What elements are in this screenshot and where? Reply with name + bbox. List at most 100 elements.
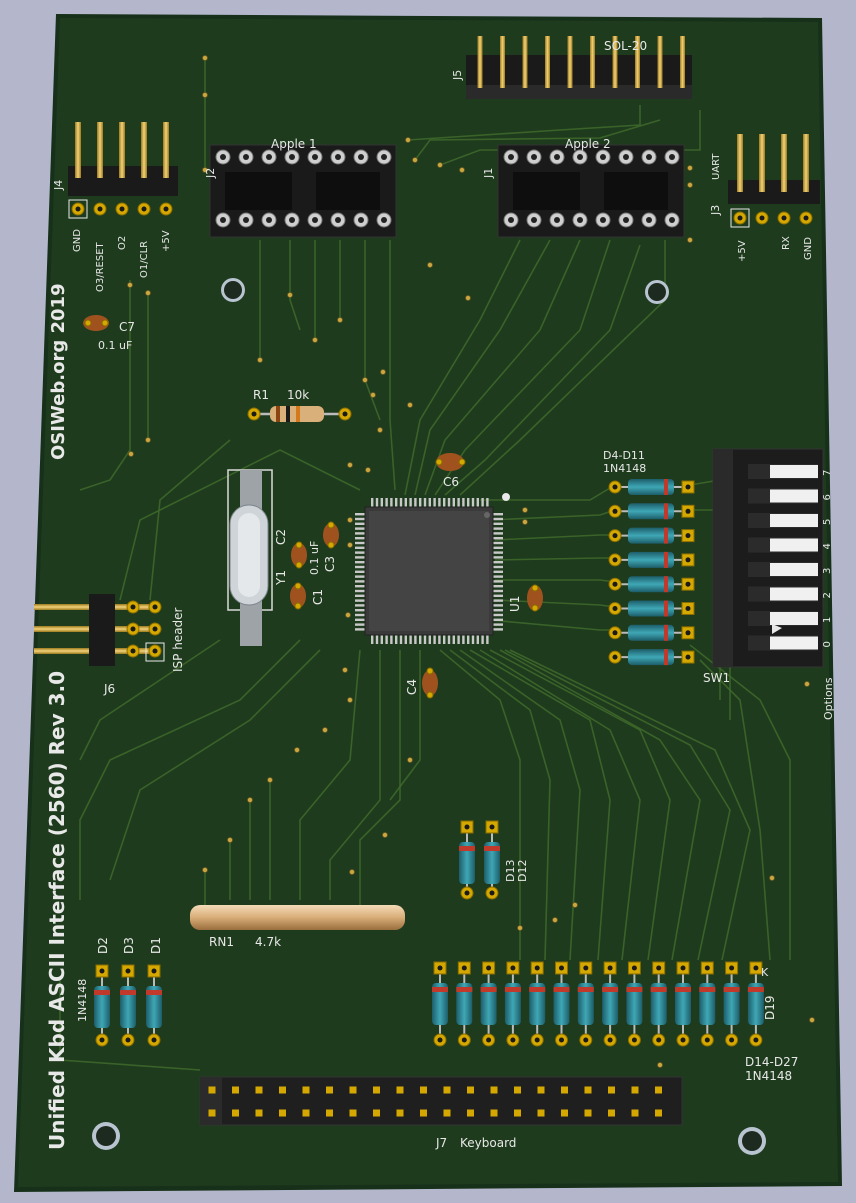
j3-pad-hole [803,215,809,221]
j1-pin-hole [508,217,514,223]
sw1-lever[interactable] [770,465,818,478]
u1-lead [355,556,366,559]
sw1-number: 1 [822,617,833,623]
diode-pad-hole [464,890,470,896]
rn1-value: 4.7k [255,935,281,949]
j4-pad-hole [75,206,81,212]
j1-pin-hole [554,154,560,160]
j2-ref: J2 [204,168,217,179]
sw1-lever[interactable] [770,489,818,503]
u1-lead [355,513,366,516]
j1-dip-socket[interactable] [497,144,685,238]
diode-pad-hole [437,965,443,971]
j5-pin [545,48,550,88]
j4-pin-o1-clr: O1/CLR [139,241,150,278]
j2-pin-hole [289,154,295,160]
j3-pin-gnd: GND [803,237,814,260]
sw1-lever[interactable] [770,563,818,576]
diode-pad-hole [607,1037,613,1043]
diode-band [747,987,764,992]
j7-pin [584,1109,592,1117]
c7-value: 0.1 uF [98,339,132,352]
j7-pin [584,1086,592,1094]
sw1-lever[interactable] [770,612,818,625]
diode-pad-hole [685,654,691,660]
u1-lead [492,561,503,564]
j2-pin-hole [358,217,364,223]
u1-lead [492,537,503,540]
diode-pad-hole [612,654,618,660]
j7-pin [349,1086,357,1094]
diode-pad-hole [612,606,618,611]
j2-pin-hole [220,154,226,160]
diode-band [664,624,668,641]
c4-ref: C4 [405,679,419,695]
rn1-resistor-network[interactable] [190,905,405,930]
diode-pad-hole [612,533,618,539]
j2-pin-hole [381,154,387,160]
board-title: Unified Kbd ASCII Interface (2560) Rev 3… [45,671,69,1150]
j1-pin-hole [531,217,537,223]
j1-pin-hole [554,217,560,223]
diode-pad-hole [125,1037,131,1043]
d14-k-mark: K [761,966,769,979]
j7-pin [373,1086,380,1094]
c7-ref: C7 [119,320,135,334]
j3-ref: J3 [709,205,722,216]
u1-lead [492,551,503,554]
j7-pin [208,1109,216,1117]
sw1-lever[interactable] [770,636,818,650]
u1-microcontroller[interactable] [355,493,510,644]
j7-pin [255,1109,263,1117]
u1-lead [355,589,366,593]
j4-ref: J4 [52,180,65,191]
j7-pin [537,1086,545,1094]
j7-pin [420,1109,427,1117]
c7-capacitor[interactable] [83,315,109,331]
diode-pad-hole [99,968,105,974]
j4-pin [119,122,125,178]
j7-pin [373,1109,380,1117]
j3-pad-hole [781,215,787,221]
j5-pin [522,48,528,88]
diode-pad-hole [489,824,495,830]
j7-pin [232,1109,239,1117]
diode-pad-hole [534,1037,540,1043]
diode-pad-hole [685,484,691,490]
u1-lead [355,604,366,607]
sw1-dip-switch[interactable] [712,448,824,668]
rn1-ref: RN1 [209,935,234,949]
sw1-lever[interactable] [770,587,818,601]
j7-pin [561,1109,568,1117]
sw1-ref: SW1 [703,671,730,685]
u1-lead [355,527,366,530]
c5-capacitor[interactable] [527,584,543,612]
d14-d27-value: 1N4148 [745,1069,792,1083]
org-text: OSIWeb.org 2019 [48,283,69,460]
j5-pin [612,48,618,88]
u1-lead [355,517,366,521]
j4-pin [75,122,81,178]
diode-band [650,987,667,992]
u1-lead [492,604,503,607]
j2-label: Apple 1 [271,137,317,151]
j3-pin [737,134,743,192]
diode-band [432,987,448,992]
diode-pad-hole [559,1037,564,1043]
j7-pin [631,1109,639,1117]
sw1-lever[interactable] [770,538,818,552]
j5-pin [500,48,505,88]
sw1-lever[interactable] [770,514,818,527]
diode-pad-hole [534,965,540,971]
j7-keyboard-header[interactable] [199,1076,683,1126]
j7-pin [514,1109,521,1117]
diode-pad-hole [612,630,618,636]
u1-lead [355,618,366,621]
diode-pad-hole [461,1037,467,1043]
j2-dip-socket[interactable] [209,144,397,238]
diode-band [480,987,497,992]
diode-band [459,846,475,851]
u1-lead [492,570,503,573]
j3-pin [759,134,765,192]
u1-lead [492,513,503,516]
